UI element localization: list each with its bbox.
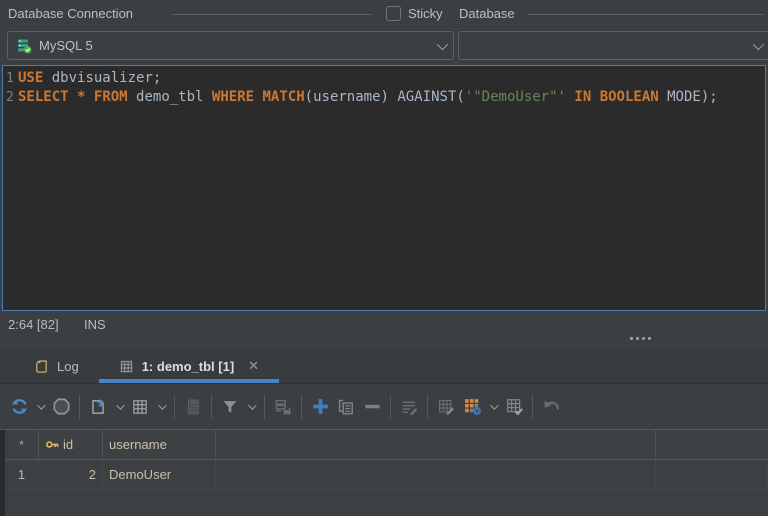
export-options-chevron[interactable]	[111, 394, 127, 420]
edit-rows-button[interactable]	[396, 394, 422, 420]
cell-username[interactable]: DemoUser	[103, 460, 216, 489]
code-token: FROM	[93, 89, 128, 105]
log-icon	[34, 359, 49, 374]
export-grid-button[interactable]	[85, 394, 111, 420]
line-number: 2	[6, 90, 14, 105]
code-token: MATCH	[262, 89, 305, 105]
splitter-handle[interactable]	[630, 337, 651, 340]
database-select[interactable]	[458, 31, 768, 60]
dbvisualizer-window: Database Connection Sticky Database MySQ…	[0, 0, 768, 516]
caret-position: 2:64 [82]	[8, 317, 59, 332]
cell-empty	[216, 460, 656, 489]
rerun-options-chevron[interactable]	[32, 394, 48, 420]
database-label: Database	[459, 6, 515, 21]
database-group-line	[528, 14, 764, 15]
calculate-button[interactable]	[180, 394, 206, 420]
code-token: (username) AGAINST(	[304, 89, 465, 105]
toolbar-separator	[264, 394, 265, 419]
table-data-settings-chevron[interactable]	[485, 394, 501, 420]
result-tab-bar: Log 1: demo_tbl [1] ✕	[0, 349, 768, 384]
database-connection-label: Database Connection	[8, 6, 134, 21]
close-tab-icon[interactable]: ✕	[248, 358, 259, 374]
undo-button[interactable]	[538, 394, 564, 420]
chevron-down-icon	[436, 38, 449, 50]
column-header-row-selector[interactable]: *	[5, 430, 39, 459]
row-number-cell[interactable]: 1	[5, 460, 39, 489]
grid-view-options-chevron[interactable]	[153, 394, 169, 420]
duplicate-row-button[interactable]	[333, 394, 359, 420]
grid-view-button[interactable]	[127, 394, 153, 420]
chevron-down-icon	[248, 400, 257, 410]
stop-execution-button[interactable]	[48, 394, 74, 420]
chevron-down-icon	[37, 400, 46, 410]
tab-demo-tbl-label: 1: demo_tbl [1]	[141, 358, 235, 374]
editor-status-bar: 2:64 [82] INS	[0, 311, 768, 349]
insert-row-button[interactable]	[307, 394, 333, 420]
code-token: SELECT	[18, 89, 69, 105]
filter-button[interactable]	[217, 394, 243, 420]
column-header-filler	[656, 430, 768, 459]
cell-id[interactable]: 2	[39, 460, 103, 489]
table-data-settings-button[interactable]	[459, 394, 485, 420]
code-token: WHERE	[211, 89, 255, 105]
toolbar-separator	[79, 394, 80, 419]
filter-options-chevron[interactable]	[243, 394, 259, 420]
toolbar-separator	[301, 394, 302, 419]
toolbar-separator	[532, 394, 533, 419]
connection-select[interactable]: MySQL 5	[7, 31, 454, 60]
save-table-data-button[interactable]	[270, 394, 296, 420]
sticky-checkbox[interactable]	[386, 6, 401, 21]
line-number: 1	[6, 71, 14, 86]
toolbar-separator	[211, 394, 212, 419]
result-grid: * id username 1 2 DemoUser	[0, 429, 768, 516]
primary-key-icon	[45, 437, 60, 452]
tab-demo-tbl[interactable]: 1: demo_tbl [1] ✕	[98, 349, 280, 383]
chevron-down-icon	[752, 38, 765, 50]
code-token: '"DemoUser"'	[464, 89, 566, 105]
toolbar-separator	[390, 394, 391, 419]
connection-group-line	[172, 14, 372, 15]
rerun-query-button[interactable]	[6, 394, 32, 420]
chevron-down-icon	[490, 400, 499, 410]
insert-mode-indicator: INS	[84, 317, 106, 332]
code-token: dbvisualizer;	[43, 70, 162, 86]
table-grid-icon	[119, 359, 134, 374]
tab-log[interactable]: Log	[14, 349, 99, 383]
code-token: demo_tbl	[127, 89, 212, 105]
column-header-id[interactable]: id	[39, 430, 103, 459]
connection-panel: Database Connection Sticky Database MySQ…	[0, 0, 768, 65]
code-token: MODE);	[658, 89, 718, 105]
grid-header-row: * id username	[5, 430, 768, 460]
toolbar-separator	[427, 394, 428, 419]
apply-edits-button[interactable]	[501, 394, 527, 420]
grid-empty-area	[5, 490, 768, 516]
table-row: 1 2 DemoUser	[5, 460, 768, 490]
sql-editor[interactable]: 1 USE dbvisualizer; 2 SELECT * FROM demo_tb…	[2, 65, 766, 311]
result-toolbar	[0, 384, 768, 429]
delete-row-button[interactable]	[359, 394, 385, 420]
code-token: IN BOOLEAN	[574, 89, 659, 105]
sticky-label: Sticky	[408, 6, 443, 21]
connection-select-value: MySQL 5	[39, 38, 93, 53]
code-token: USE	[18, 70, 44, 86]
chevron-down-icon	[116, 400, 125, 410]
edit-table-data-button[interactable]	[433, 394, 459, 420]
chevron-down-icon	[158, 400, 167, 410]
active-tab-underline	[98, 379, 280, 383]
column-header-username[interactable]: username	[103, 430, 216, 459]
sql-code: 1 USE dbvisualizer; 2 SELECT * FROM demo_tb…	[3, 69, 765, 107]
toolbar-separator	[174, 394, 175, 419]
cell-filler	[656, 460, 768, 489]
column-header-empty	[216, 430, 656, 459]
database-connection-icon	[16, 38, 32, 54]
tab-log-label: Log	[57, 358, 79, 374]
